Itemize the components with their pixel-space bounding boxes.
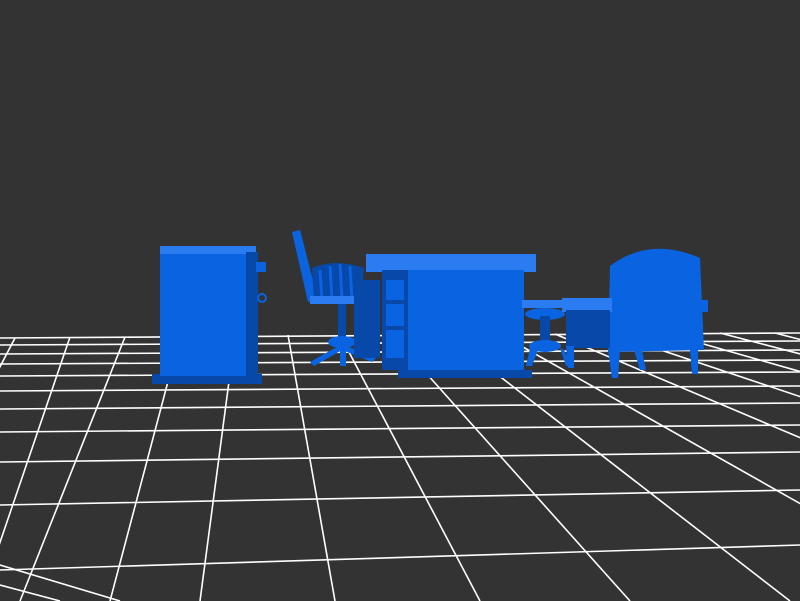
scene-canvas[interactable] [0, 0, 800, 601]
cabinet[interactable] [152, 246, 267, 384]
3d-viewport[interactable] [0, 0, 800, 601]
